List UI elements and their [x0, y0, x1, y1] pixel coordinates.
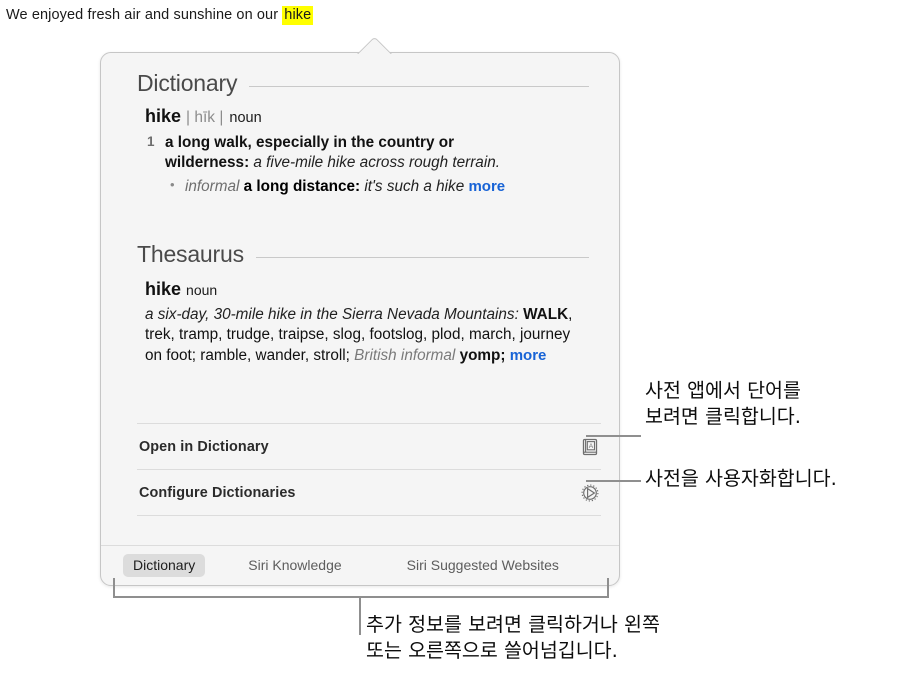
- callout-line-2: 또는 오른쪽으로 쓸어넘깁니다.: [366, 638, 618, 662]
- thesaurus-register-synonym: yomp;: [455, 346, 510, 364]
- sense-example: a five-mile hike across rough terrain.: [253, 153, 500, 171]
- callout-open-in-dictionary: 사전 앱에서 단어를 보려면 클릭합니다.: [645, 378, 801, 429]
- subsense-example: it's such a hike: [364, 177, 465, 195]
- callout-bracket-right-tick: [607, 578, 609, 597]
- highlighted-word[interactable]: hike: [282, 6, 314, 25]
- thesaurus-primary-synonym: WALK: [523, 306, 569, 323]
- callout-configure-dictionaries: 사전을 사용자화합니다.: [645, 466, 837, 492]
- callout-tabs-tick: [359, 611, 361, 635]
- callout-leader-open-in-dictionary: [586, 435, 641, 437]
- callout-line-1: 추가 정보를 보려면 클릭하거나 왼쪽: [366, 613, 660, 636]
- thesaurus-body: a six-day, 30-mile hike in the Sierra Ne…: [101, 305, 609, 366]
- dictionary-popover: Dictionary hike | hīk | noun 1a long walk,…: [100, 38, 620, 586]
- heading-rule: [255, 256, 589, 258]
- callout-tabs: 추가 정보를 보려면 클릭하거나 왼쪽 또는 오른쪽으로 쓸어넘깁니다.: [366, 612, 786, 663]
- subsense-register-label: informal: [185, 177, 240, 195]
- thesaurus-section: Thesaurus hike noun a six-day, 30-mile hi…: [101, 241, 619, 366]
- callout-line-1: 사전을 사용자화합니다.: [645, 467, 837, 490]
- dictionary-entry: hike | hīk | noun 1a long walk, especially…: [101, 106, 619, 197]
- thesaurus-register-label: British informal: [354, 346, 456, 364]
- dictionary-sense: 1a long walk, especially in the country …: [145, 133, 537, 173]
- open-in-dictionary-label: Open in Dictionary: [139, 438, 269, 455]
- dictionary-headword-row: hike | hīk | noun: [145, 106, 585, 128]
- dictionary-headword: hike: [145, 106, 182, 126]
- dictionary-subsense: • informal a long distance: it's such a h…: [145, 177, 557, 197]
- popover-tabbar: Dictionary Siri Knowledge Siri Suggested…: [101, 545, 619, 585]
- configure-dictionaries-label: Configure Dictionaries: [139, 484, 296, 501]
- svg-text:A: A: [589, 443, 594, 450]
- thesaurus-heading-row: Thesaurus: [101, 241, 619, 268]
- heading-rule: [249, 85, 589, 87]
- tab-siri-suggested-websites[interactable]: Siri Suggested Websites: [397, 554, 569, 577]
- dictionary-part-of-speech: noun: [229, 110, 262, 126]
- thesaurus-headword: hike: [145, 279, 182, 299]
- callout-leader-configure-dictionaries: [586, 480, 641, 482]
- thesaurus-headword-row: hike noun: [101, 279, 619, 300]
- dictionary-pronunciation: | hīk |: [186, 109, 224, 126]
- action-divider: [137, 515, 601, 516]
- thesaurus-part-of-speech: noun: [186, 282, 218, 298]
- sentence-prefix: We enjoyed fresh air and sunshine on our: [6, 7, 283, 23]
- dictionary-book-icon: A: [579, 436, 601, 458]
- configure-dictionaries-row[interactable]: Configure Dictionaries: [101, 470, 619, 515]
- callout-bracket-horizontal: [113, 596, 609, 598]
- dictionary-section: Dictionary hike | hīk | noun 1a long walk,…: [101, 70, 619, 197]
- dictionary-heading: Dictionary: [137, 70, 238, 96]
- subsense-definition: a long distance:: [243, 177, 361, 195]
- tab-dictionary[interactable]: Dictionary: [123, 554, 206, 577]
- callout-bracket-left-tick: [113, 578, 115, 597]
- sense-number: 1: [147, 133, 155, 149]
- source-sentence: We enjoyed fresh air and sunshine on our…: [6, 6, 314, 25]
- callout-line-1: 사전 앱에서 단어를: [645, 379, 801, 402]
- thesaurus-heading: Thesaurus: [137, 241, 244, 267]
- thesaurus-example: a six-day, 30-mile hike in the Sierra Ne…: [145, 306, 519, 323]
- popover-tail: [348, 38, 406, 54]
- dictionary-heading-row: Dictionary: [101, 70, 619, 97]
- bullet-icon: •: [170, 176, 175, 192]
- open-in-dictionary-row[interactable]: Open in Dictionary A: [101, 424, 619, 469]
- dictionary-more-link[interactable]: more: [468, 178, 505, 195]
- tab-siri-knowledge[interactable]: Siri Knowledge: [238, 554, 351, 577]
- callout-line-2: 보려면 클릭합니다.: [645, 404, 801, 428]
- gear-icon: [579, 482, 601, 504]
- thesaurus-more-link[interactable]: more: [510, 347, 547, 364]
- popover-actions: Open in Dictionary A Configure Dictionar…: [101, 423, 619, 516]
